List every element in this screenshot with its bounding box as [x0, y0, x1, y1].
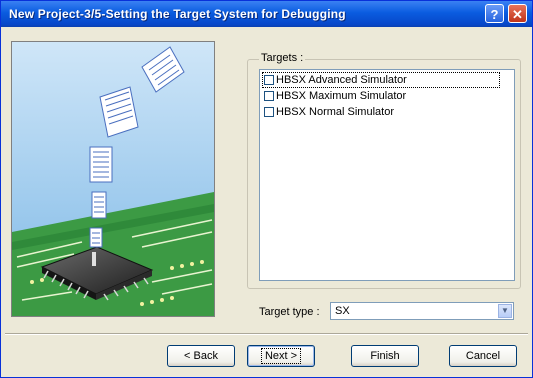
dialog-window: New Project-3/5-Setting the Target Syste…: [0, 0, 533, 378]
finish-button-label: Finish: [370, 350, 400, 362]
target-type-select[interactable]: SX ▼: [330, 302, 514, 320]
back-button[interactable]: < Back: [167, 345, 235, 367]
wizard-illustration-graphic: [12, 42, 214, 316]
target-checkbox[interactable]: [264, 107, 274, 117]
window-title: New Project-3/5-Setting the Target Syste…: [9, 7, 346, 21]
target-checkbox[interactable]: [264, 75, 274, 85]
back-button-label: < Back: [184, 350, 218, 362]
target-type-label: Target type :: [259, 306, 320, 318]
close-button[interactable]: ✕: [508, 4, 527, 23]
close-icon: ✕: [512, 7, 523, 22]
button-separator: [5, 333, 528, 335]
help-button[interactable]: ?: [485, 4, 504, 23]
cancel-button[interactable]: Cancel: [449, 345, 517, 367]
targets-list[interactable]: HBSX Advanced Simulator HBSX Maximum Sim…: [259, 69, 515, 281]
target-label: HBSX Normal Simulator: [276, 106, 394, 118]
list-item[interactable]: HBSX Advanced Simulator: [262, 72, 500, 88]
next-button-label: Next >: [260, 348, 302, 364]
list-item[interactable]: HBSX Normal Simulator: [262, 104, 500, 120]
cancel-button-label: Cancel: [465, 350, 501, 362]
targets-group-label: Targets :: [259, 52, 306, 64]
title-bar[interactable]: New Project-3/5-Setting the Target Syste…: [1, 1, 532, 27]
target-label: HBSX Advanced Simulator: [276, 74, 407, 86]
chevron-down-icon[interactable]: ▼: [498, 304, 512, 318]
wizard-illustration: [11, 41, 215, 317]
next-button[interactable]: Next >: [247, 345, 315, 367]
list-item[interactable]: HBSX Maximum Simulator: [262, 88, 500, 104]
help-icon: ?: [490, 7, 499, 22]
finish-button[interactable]: Finish: [351, 345, 419, 367]
target-label: HBSX Maximum Simulator: [276, 90, 407, 102]
target-type-value: SX: [335, 305, 350, 317]
target-checkbox[interactable]: [264, 91, 274, 101]
